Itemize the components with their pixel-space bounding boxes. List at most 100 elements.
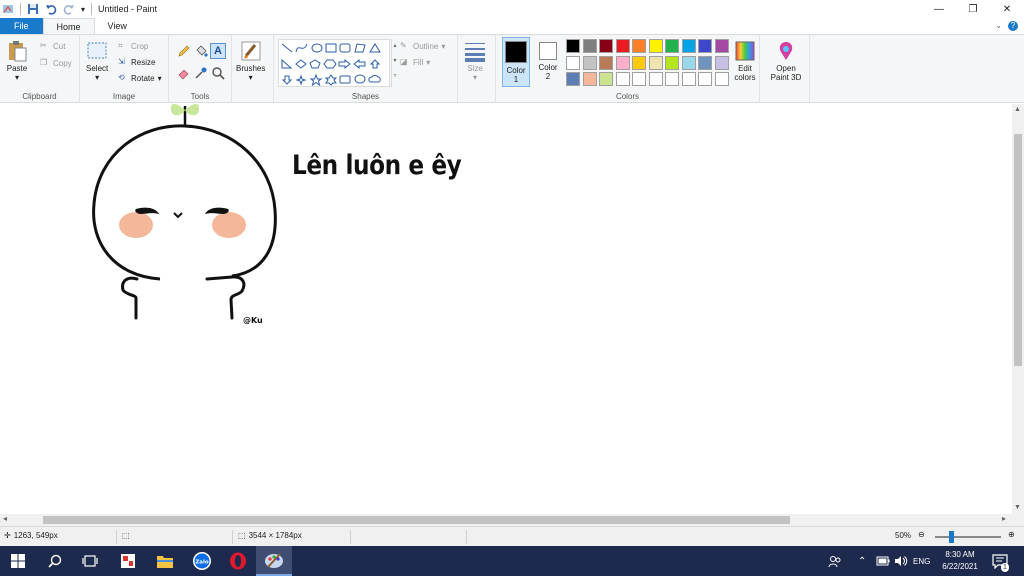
magnifier-icon[interactable]: [211, 66, 225, 80]
show-hidden-icons[interactable]: ⌃: [858, 546, 866, 576]
palette-swatch[interactable]: [599, 39, 613, 53]
zalo-icon: Zalo: [193, 552, 211, 570]
tab-file[interactable]: File: [0, 18, 43, 34]
palette-swatch[interactable]: [665, 55, 679, 70]
palette-swatch[interactable]: [714, 39, 729, 53]
right-arrow-shape-icon: [338, 58, 351, 70]
taskbar-app-paint[interactable]: [256, 546, 292, 576]
color2-button[interactable]: Color 2: [534, 37, 562, 87]
volume-icon[interactable]: [894, 546, 908, 576]
vertical-scrollbar[interactable]: ▲ ▼: [1012, 104, 1024, 514]
palette-swatch[interactable]: [648, 55, 663, 70]
palette-swatch[interactable]: [615, 55, 630, 70]
collapse-ribbon-icon[interactable]: ⌄: [995, 21, 1002, 30]
open-paint3d-button[interactable]: Open Paint 3D: [768, 40, 804, 82]
scroll-up-icon[interactable]: ▲: [1014, 106, 1021, 113]
scroll-left-icon[interactable]: ◂: [3, 514, 7, 523]
horizontal-scrollbar[interactable]: ◂ ▸: [0, 514, 1012, 526]
taskbar-app-opera[interactable]: [220, 546, 256, 576]
palette-swatch[interactable]: [714, 55, 729, 70]
palette-swatch[interactable]: [698, 72, 712, 86]
palette-swatch[interactable]: [681, 55, 696, 70]
palette-swatch[interactable]: [698, 55, 712, 70]
edit-colors-button[interactable]: Edit colors: [730, 40, 760, 82]
resize-button[interactable]: ⇲ Resize: [118, 57, 155, 67]
palette-swatch[interactable]: [599, 72, 613, 86]
select-button[interactable]: Select ▾: [86, 40, 108, 82]
scroll-down-icon[interactable]: ▼: [1014, 504, 1021, 511]
palette-swatch[interactable]: [681, 72, 696, 86]
close-button[interactable]: ✕: [990, 0, 1024, 18]
undo-icon[interactable]: [45, 3, 57, 15]
crop-icon: ⌗: [118, 41, 123, 50]
crop-button[interactable]: ⌗ Crop: [118, 41, 148, 51]
canvas[interactable]: Lên luôn e êy @Ku: [0, 104, 1012, 514]
palette-swatch[interactable]: [632, 39, 646, 53]
palette-swatch[interactable]: [615, 39, 630, 53]
copy-button[interactable]: ❐ Copy: [40, 58, 72, 68]
horizontal-scroll-thumb[interactable]: [43, 516, 790, 524]
redo-icon[interactable]: [63, 3, 75, 15]
fill-button[interactable]: ◪ Fill ▾: [400, 57, 430, 67]
text-tool-icon[interactable]: A: [210, 43, 226, 59]
save-icon[interactable]: [27, 3, 39, 15]
palette-swatch[interactable]: [665, 39, 679, 53]
palette-swatch[interactable]: [582, 55, 597, 70]
selection-size-icon: ⬚: [122, 531, 130, 540]
palette-swatch[interactable]: [566, 55, 580, 70]
color1-button[interactable]: Color 1: [502, 37, 530, 87]
file-explorer-icon: [157, 556, 173, 568]
shapes-scroll[interactable]: ▴ ▾ ▿: [391, 39, 398, 87]
cut-button[interactable]: ✂ Cut: [40, 41, 65, 51]
color-picker-icon[interactable]: [194, 66, 208, 80]
palette-swatch[interactable]: [566, 72, 580, 86]
taskbar-app-snipping[interactable]: [110, 546, 146, 576]
eraser-icon[interactable]: [177, 66, 191, 80]
language-indicator[interactable]: ENG: [913, 546, 930, 576]
zoom-in-icon[interactable]: ⊕: [1008, 530, 1015, 539]
fill-bucket-icon[interactable]: [194, 44, 208, 58]
start-button[interactable]: [0, 546, 36, 576]
size-button[interactable]: Size ▾: [464, 40, 486, 82]
palette-swatch[interactable]: [582, 72, 597, 86]
palette-swatch[interactable]: [665, 72, 679, 86]
task-view-button[interactable]: [72, 546, 108, 576]
battery-icon[interactable]: [876, 546, 890, 576]
restore-button[interactable]: ❐: [956, 0, 990, 18]
palette-swatch[interactable]: [714, 72, 729, 86]
tab-view[interactable]: View: [95, 18, 140, 34]
zoom-slider-knob[interactable]: [949, 531, 954, 543]
zoom-slider[interactable]: [935, 531, 1001, 543]
palette-swatch[interactable]: [648, 39, 663, 53]
zoom-out-icon[interactable]: ⊖: [918, 530, 925, 539]
people-icon[interactable]: [828, 546, 842, 576]
tab-home[interactable]: Home: [42, 18, 95, 34]
customize-qa-icon[interactable]: ▾: [81, 5, 85, 14]
help-icon[interactable]: ?: [1008, 21, 1018, 31]
search-button[interactable]: [37, 546, 73, 576]
paste-button[interactable]: Paste ▾: [6, 40, 28, 82]
taskbar-app-explorer[interactable]: [147, 546, 183, 576]
scroll-right-icon[interactable]: ▸: [1002, 514, 1006, 523]
shapes-gallery: [278, 39, 390, 87]
palette-swatch[interactable]: [632, 55, 646, 70]
notifications-button[interactable]: 1: [992, 546, 1009, 576]
pencil-icon[interactable]: [177, 44, 191, 58]
palette-swatch[interactable]: [599, 55, 613, 70]
brushes-button[interactable]: Brushes ▾: [236, 40, 265, 82]
clipboard-group: Paste ▾ ✂ Cut ❐ Copy Clipboard: [0, 35, 80, 103]
vertical-scroll-thumb[interactable]: [1014, 134, 1022, 366]
taskbar-app-zalo[interactable]: Zalo: [184, 546, 220, 576]
palette-swatch[interactable]: [698, 39, 712, 53]
palette-swatch[interactable]: [681, 39, 696, 53]
palette-swatch[interactable]: [632, 72, 646, 86]
clock[interactable]: 8:30 AM 6/22/2021: [936, 549, 984, 573]
palette-swatch[interactable]: [648, 72, 663, 86]
palette-swatch[interactable]: [566, 39, 580, 53]
rotate-button[interactable]: ⟲ Rotate ▾: [118, 73, 162, 83]
outline-button[interactable]: ✎ Outline ▾: [400, 41, 445, 51]
minimize-button[interactable]: —: [922, 0, 956, 18]
palette-swatch[interactable]: [615, 72, 630, 86]
palette-swatch[interactable]: [582, 39, 597, 53]
opera-icon: [230, 552, 246, 570]
